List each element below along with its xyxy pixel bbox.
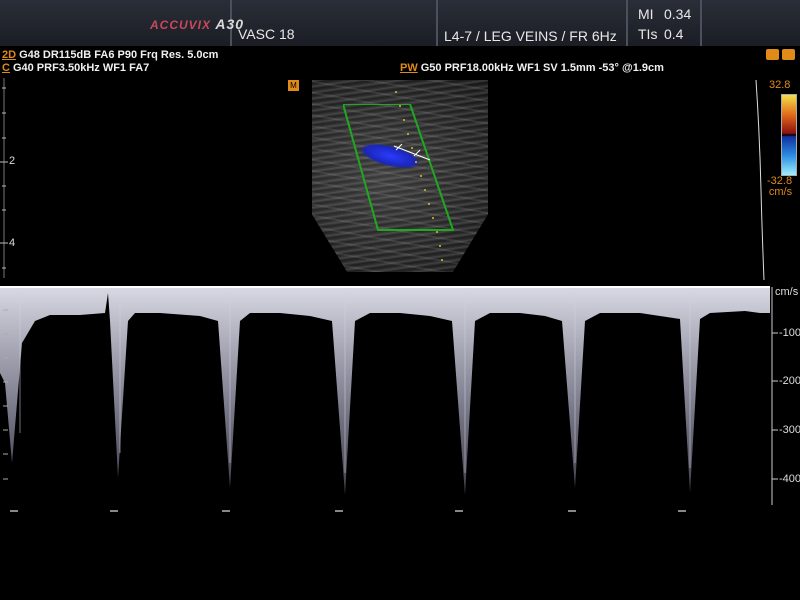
time-marker-row (10, 510, 686, 512)
velocity-label: -300 (779, 424, 800, 436)
doppler-cursor[interactable] (388, 86, 448, 276)
depth-label: 4 (9, 237, 16, 249)
tis-label: TIs (638, 26, 658, 42)
twod-params: 2D G48 DR115dB FA6 P90 Frq Res. 5.0cm (2, 49, 218, 61)
color-params: C G40 PRF3.50kHz WF1 FA7 (2, 62, 149, 74)
velocity-label: -400 (779, 473, 800, 485)
device-logo: ACCUVIX A30 (150, 16, 244, 32)
header-bar: ACCUVIX A30 VASC 18 L4-7 / LEG VEINS / F… (0, 0, 800, 46)
depth-label: 2 (9, 155, 16, 167)
spectral-doppler[interactable] (0, 283, 800, 505)
pw-params: PW G50 PRF18.00kHz WF1 SV 1.5mm -53° @1.9… (400, 62, 664, 74)
tis-value: 0.4 (664, 26, 684, 42)
color-velocity-bar (781, 94, 797, 176)
velocity-label: -100 (779, 327, 800, 339)
color-key: C (2, 62, 10, 74)
logo-brand: ACCUVIX (150, 18, 212, 32)
pw-text: G50 PRF18.00kHz WF1 SV 1.5mm -53° @1.9cm (420, 62, 664, 74)
image-marker-badge: M (288, 80, 299, 91)
print-icon[interactable] (782, 49, 795, 60)
color-scale-max: 32.8 (769, 79, 791, 91)
header-divider (436, 0, 438, 46)
mi-value: 0.34 (664, 6, 692, 22)
tgc-curve (755, 80, 765, 280)
header-divider (700, 0, 702, 46)
probe-preset: L4-7 / LEG VEINS / FR 6Hz (444, 28, 617, 44)
twod-key: 2D (2, 49, 17, 61)
study-name: VASC 18 (238, 26, 295, 42)
color-scale-min-group: -32.8 cm/s (767, 176, 792, 198)
pw-key: PW (400, 62, 418, 74)
twod-text: G48 DR115dB FA6 P90 Frq Res. 5.0cm (19, 49, 219, 61)
doppler-unit: cm/s (775, 286, 799, 298)
save-icon[interactable] (766, 49, 779, 60)
mi-label: MI (638, 6, 654, 22)
velocity-label: -200 (779, 375, 800, 387)
header-divider (626, 0, 628, 46)
color-text: G40 PRF3.50kHz WF1 FA7 (12, 62, 150, 74)
color-scale-unit: cm/s (768, 186, 793, 198)
